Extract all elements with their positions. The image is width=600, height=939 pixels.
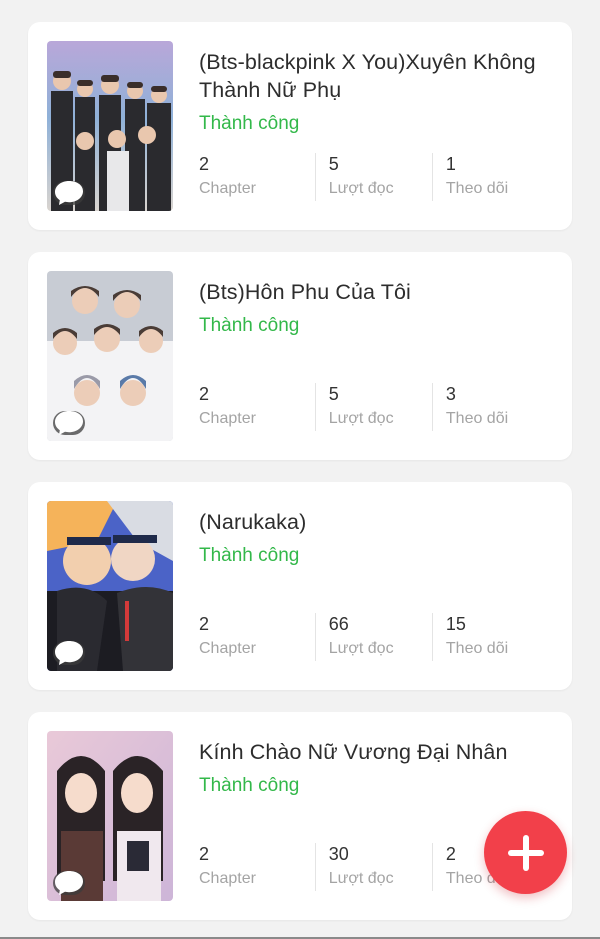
story-title[interactable]: (Bts)Hôn Phu Của Tôi — [199, 278, 549, 306]
story-cover[interactable] — [47, 731, 173, 901]
story-card[interactable]: (Bts-blackpink X You)Xuyên Không Thành N… — [28, 22, 572, 230]
stat-label: Chapter — [199, 640, 256, 657]
stat-label: Chapter — [199, 870, 256, 887]
story-title[interactable]: Kính Chào Nữ Vương Đại Nhân — [199, 738, 549, 766]
stat-value: 30 — [328, 844, 349, 864]
stat-label: Theo dõi — [445, 180, 509, 197]
stat-value: 2 — [199, 844, 210, 864]
stat-chapters: 2 Chapter — [199, 613, 315, 661]
stat-reads: 30 Lượt đọc — [314, 843, 432, 891]
story-card[interactable]: (Bts)Hôn Phu Của Tôi Thành công 2 Chapte… — [28, 252, 572, 460]
status-text: Thành công — [199, 315, 300, 336]
stat-value: 2 — [199, 614, 210, 634]
story-cover[interactable] — [47, 501, 173, 671]
status-text: Thành công — [199, 113, 300, 134]
comment-bubble-icon — [53, 411, 85, 435]
comment-bubble-icon — [53, 871, 85, 895]
stat-value: 15 — [445, 614, 466, 634]
stat-label: Theo dõi — [445, 640, 509, 657]
stat-chapters: 2 Chapter — [199, 843, 315, 891]
plus-icon — [507, 834, 544, 871]
story-cover[interactable] — [47, 41, 173, 211]
stat-reads: 5 Lượt đọc — [314, 383, 432, 431]
status-text: Thành công — [199, 775, 300, 796]
stat-reads: 66 Lượt đọc — [314, 613, 432, 661]
status-text: Thành công — [199, 545, 300, 566]
stat-value: 3 — [445, 384, 456, 404]
stat-value: 2 — [199, 154, 210, 174]
stat-chapters: 2 Chapter — [199, 153, 315, 201]
stat-value: 66 — [328, 614, 349, 634]
stat-label: Chapter — [199, 410, 256, 427]
story-title[interactable]: (Narukaka) — [199, 508, 549, 536]
stat-label: Lượt đọc — [328, 410, 394, 427]
stat-value: 2 — [199, 384, 210, 404]
stat-label: Lượt đọc — [328, 180, 394, 197]
stat-label: Theo dõi — [445, 410, 509, 427]
story-cover[interactable] — [47, 271, 173, 441]
story-stats: 2 Chapter 5 Lượt đọc 1 Theo dõi — [199, 153, 549, 201]
add-story-button[interactable] — [484, 811, 567, 894]
stat-value: 5 — [328, 154, 339, 174]
story-card[interactable]: (Narukaka) Thành công 2 Chapter 66 Lượt … — [28, 482, 572, 690]
stat-value: 5 — [328, 384, 339, 404]
story-title[interactable]: (Bts-blackpink X You)Xuyên Không Thành N… — [199, 48, 549, 104]
story-stats: 2 Chapter 66 Lượt đọc 15 Theo dõi — [199, 613, 549, 661]
comment-bubble-icon — [53, 181, 85, 205]
stat-label: Lượt đọc — [328, 640, 394, 657]
stat-reads: 5 Lượt đọc — [314, 153, 432, 201]
stat-followers: 1 Theo dõi — [431, 153, 549, 201]
story-card[interactable]: Kính Chào Nữ Vương Đại Nhân Thành công 2… — [28, 712, 572, 920]
stat-followers: 3 Theo dõi — [431, 383, 549, 431]
stat-label: Chapter — [199, 180, 256, 197]
stat-chapters: 2 Chapter — [199, 383, 315, 431]
comment-bubble-icon — [53, 641, 85, 665]
story-stats: 2 Chapter 5 Lượt đọc 3 Theo dõi — [199, 383, 549, 431]
stat-label: Lượt đọc — [328, 870, 394, 887]
stat-value: 1 — [445, 154, 456, 174]
stat-followers: 15 Theo dõi — [431, 613, 549, 661]
